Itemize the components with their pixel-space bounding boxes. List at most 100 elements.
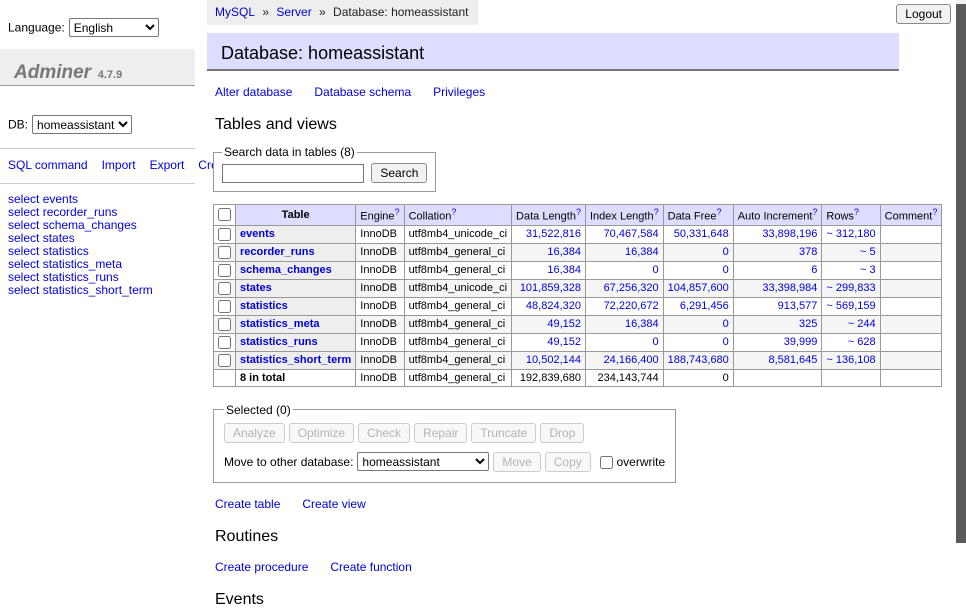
column-help-link[interactable]: ?: [812, 207, 817, 217]
sidebar-table-link-schema-changes[interactable]: schema_changes: [43, 218, 137, 232]
data-free-link[interactable]: 0: [723, 264, 729, 276]
table-link-events[interactable]: events: [240, 228, 275, 240]
auto-increment-link[interactable]: 8,581,645: [768, 354, 817, 366]
select-link-statistics-runs[interactable]: select: [8, 270, 39, 284]
table-link-statistics-meta[interactable]: statistics_meta: [240, 318, 320, 330]
table-link-statistics-runs[interactable]: statistics_runs: [240, 336, 318, 348]
sidebar-table-link-statistics-runs[interactable]: statistics_runs: [43, 270, 119, 284]
data-length-link[interactable]: 49,152: [547, 336, 581, 348]
data-free-link[interactable]: 0: [723, 336, 729, 348]
repair-button[interactable]: Repair: [414, 423, 467, 443]
create-link-create-table[interactable]: Create table: [215, 497, 280, 511]
move-database-select[interactable]: homeassistant: [357, 452, 489, 471]
sidebar-link-export[interactable]: Export: [150, 158, 185, 172]
move-button[interactable]: Move: [493, 452, 540, 472]
table-link-statistics-short-term[interactable]: statistics_short_term: [240, 354, 351, 366]
row-checkbox-statistics-meta[interactable]: [218, 318, 231, 331]
scrollbar-thumb[interactable]: [956, 4, 966, 543]
column-help-link[interactable]: ?: [854, 207, 859, 217]
data-length-link[interactable]: 31,522,816: [526, 228, 581, 240]
index-length-link[interactable]: 0: [653, 264, 659, 276]
db-select[interactable]: homeassistant: [32, 115, 132, 134]
routine-link-create-function[interactable]: Create function: [330, 560, 411, 574]
drop-button[interactable]: Drop: [540, 423, 584, 443]
auto-increment-link[interactable]: 378: [799, 246, 817, 258]
rows-link[interactable]: ~ 136,108: [826, 354, 875, 366]
adminer-logo[interactable]: Adminer: [14, 62, 91, 83]
rows-link[interactable]: ~ 3: [860, 264, 876, 276]
sidebar-table-link-states[interactable]: states: [43, 231, 75, 245]
column-help-link[interactable]: ?: [654, 207, 659, 217]
select-link-statistics[interactable]: select: [8, 244, 39, 258]
data-length-link[interactable]: 48,824,320: [526, 300, 581, 312]
logout-button[interactable]: Logout: [896, 4, 951, 24]
index-length-link[interactable]: 72,220,672: [604, 300, 659, 312]
rows-link[interactable]: ~ 312,180: [826, 228, 875, 240]
auto-increment-link[interactable]: 33,398,984: [762, 282, 817, 294]
rows-link[interactable]: ~ 299,833: [826, 282, 875, 294]
select-link-recorder-runs[interactable]: select: [8, 205, 39, 219]
rows-link[interactable]: ~ 628: [848, 336, 876, 348]
select-link-states[interactable]: select: [8, 231, 39, 245]
select-link-statistics-meta[interactable]: select: [8, 257, 39, 271]
index-length-link[interactable]: 67,256,320: [604, 282, 659, 294]
auto-increment-link[interactable]: 39,999: [784, 336, 818, 348]
data-length-link[interactable]: 101,859,328: [520, 282, 581, 294]
sidebar-table-link-statistics-short-term[interactable]: statistics_short_term: [43, 283, 153, 297]
row-checkbox-states[interactable]: [218, 282, 231, 295]
sidebar-table-link-statistics-meta[interactable]: statistics_meta: [43, 257, 122, 271]
index-length-link[interactable]: 24,166,400: [604, 354, 659, 366]
data-free-link[interactable]: 0: [723, 318, 729, 330]
create-link-create-view[interactable]: Create view: [302, 497, 365, 511]
data-length-link[interactable]: 16,384: [547, 246, 581, 258]
row-checkbox-schema-changes[interactable]: [218, 264, 231, 277]
column-help-link[interactable]: ?: [451, 207, 456, 217]
breadcrumb-link-server[interactable]: Server: [276, 5, 311, 19]
search-input[interactable]: [222, 164, 364, 183]
column-help-link[interactable]: ?: [932, 207, 937, 217]
sidebar-table-link-recorder-runs[interactable]: recorder_runs: [43, 205, 118, 219]
rows-link[interactable]: ~ 5: [860, 246, 876, 258]
search-button[interactable]: Search: [371, 163, 427, 183]
data-length-link[interactable]: 49,152: [547, 318, 581, 330]
table-link-schema-changes[interactable]: schema_changes: [240, 264, 332, 276]
row-checkbox-recorder-runs[interactable]: [218, 246, 231, 259]
select-link-events[interactable]: select: [8, 192, 39, 206]
action-link-privileges[interactable]: Privileges: [433, 85, 485, 99]
auto-increment-link[interactable]: 913,577: [778, 300, 818, 312]
rows-link[interactable]: ~ 244: [848, 318, 876, 330]
row-checkbox-statistics-short-term[interactable]: [218, 354, 231, 367]
data-free-link[interactable]: 188,743,680: [668, 354, 729, 366]
sidebar-link-import[interactable]: Import: [102, 158, 136, 172]
sidebar-table-link-events[interactable]: events: [43, 192, 78, 206]
select-link-schema-changes[interactable]: select: [8, 218, 39, 232]
data-length-link[interactable]: 10,502,144: [526, 354, 581, 366]
select-link-statistics-short-term[interactable]: select: [8, 283, 39, 297]
check-button[interactable]: Check: [358, 423, 410, 443]
analyze-button[interactable]: Analyze: [224, 423, 285, 443]
table-link-statistics[interactable]: statistics: [240, 300, 288, 312]
column-help-link[interactable]: ?: [576, 207, 581, 217]
truncate-button[interactable]: Truncate: [471, 423, 536, 443]
sidebar-link-sql-command[interactable]: SQL command: [8, 158, 88, 172]
optimize-button[interactable]: Optimize: [289, 423, 354, 443]
copy-button[interactable]: Copy: [545, 452, 591, 472]
row-checkbox-statistics[interactable]: [218, 300, 231, 313]
routine-link-create-procedure[interactable]: Create procedure: [215, 560, 308, 574]
table-link-states[interactable]: states: [240, 282, 272, 294]
language-select[interactable]: English: [69, 18, 159, 37]
data-free-link[interactable]: 0: [723, 246, 729, 258]
row-checkbox-statistics-runs[interactable]: [218, 336, 231, 349]
action-link-database-schema[interactable]: Database schema: [314, 85, 411, 99]
index-length-link[interactable]: 0: [653, 336, 659, 348]
column-help-link[interactable]: ?: [395, 207, 400, 217]
index-length-link[interactable]: 16,384: [625, 318, 659, 330]
data-free-link[interactable]: 6,291,456: [680, 300, 729, 312]
auto-increment-link[interactable]: 33,898,196: [762, 228, 817, 240]
data-free-link[interactable]: 104,857,600: [668, 282, 729, 294]
sidebar-table-link-statistics[interactable]: statistics: [43, 244, 89, 258]
breadcrumb-link-mysql[interactable]: MySQL: [215, 5, 255, 19]
index-length-link[interactable]: 16,384: [625, 246, 659, 258]
index-length-link[interactable]: 70,467,584: [604, 228, 659, 240]
row-checkbox-events[interactable]: [218, 228, 231, 241]
